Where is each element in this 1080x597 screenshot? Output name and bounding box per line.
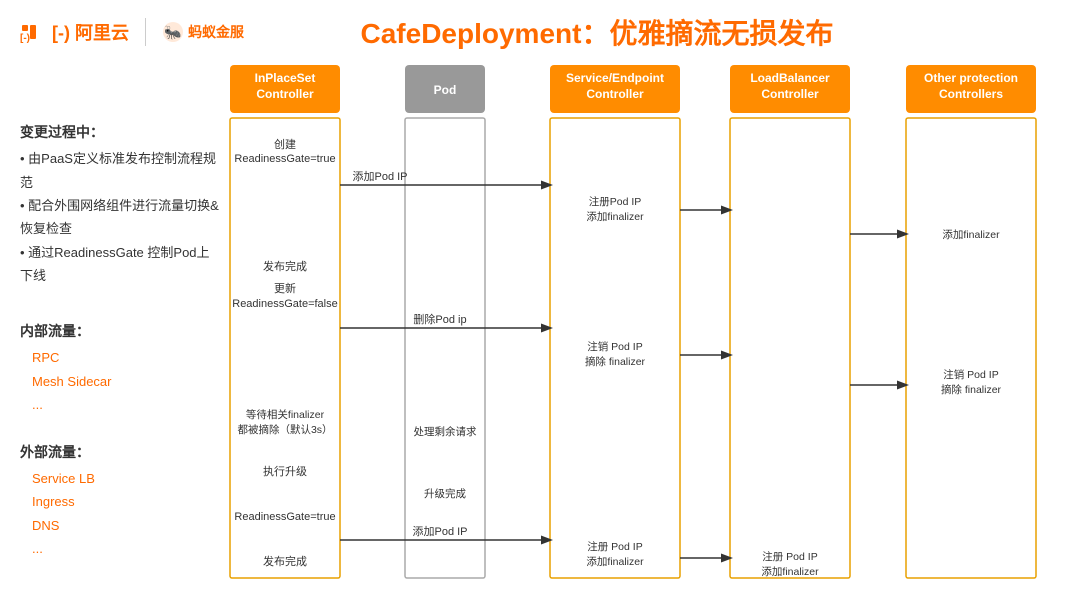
lb-header-line1: LoadBalancer [750, 71, 830, 85]
external-traffic-title: 外部流量： [20, 440, 220, 465]
publish-done-2: 发布完成 [263, 554, 307, 568]
pod-lane [405, 118, 485, 578]
sequence-diagram: InPlaceSet Controller Pod Service/Endpoi… [220, 60, 1060, 587]
inplaceset-lane [230, 118, 340, 578]
aliyun-logo: [-) [-) 阿里云 [20, 19, 129, 45]
page-title: CafeDeployment：优雅摘流无损发布 [134, 12, 1060, 52]
execute-upgrade-label: 执行升级 [263, 464, 307, 478]
delete-pod-ip-label: 删除Pod ip [413, 312, 466, 326]
lb-lane [730, 118, 850, 578]
deregister-service-line1: 注销 Pod IP [587, 340, 642, 353]
lb-register-2-line2: 添加finalizer [761, 565, 819, 578]
change-item-1: 由PaaS定义标准发布控制流程规范 [20, 147, 220, 194]
pod-header-text: Pod [434, 83, 457, 97]
svg-text:[-): [-) [20, 33, 30, 43]
register-label-line1: 注册Pod IP [589, 195, 642, 208]
service-header-line1: Service/Endpoint [566, 71, 664, 85]
register-label-line2: 添加finalizer [586, 210, 644, 223]
service-lb-item: Service LB [32, 467, 220, 490]
deregister-lb-line1: 注销 Pod IP [943, 368, 998, 381]
change-item-3: 通过ReadinessGate 控制Pod上下线 [20, 241, 220, 288]
register-2-line2: 添加finalizer [586, 555, 644, 568]
header: [-) [-) 阿里云 🐜 蚂蚁金服 CafeDeployment：优雅摘流无损… [0, 0, 1080, 60]
change-process-title: 变更过程中： [20, 120, 220, 145]
other-header-line2: Controllers [939, 87, 1003, 101]
add-pod-ip-2-label: 添加Pod IP [412, 524, 467, 538]
sidebar: 变更过程中： 由PaaS定义标准发布控制流程规范 配合外围网络组件进行流量切换&… [20, 60, 220, 587]
register-2-line1: 注册 Pod IP [587, 540, 642, 553]
rpc-item: RPC [32, 346, 220, 369]
inplaceset-header-line1: InPlaceSet [255, 71, 316, 85]
mesh-item: Mesh Sidecar [32, 370, 220, 393]
sequence-svg: InPlaceSet Controller Pod Service/Endpoi… [220, 60, 1050, 590]
step1-line2: ReadinessGate=true [234, 153, 335, 165]
change-process-list: 由PaaS定义标准发布控制流程规范 配合外围网络组件进行流量切换&恢复检查 通过… [20, 147, 220, 287]
other-lane [906, 118, 1036, 578]
step1-line1: 创建 [274, 137, 296, 151]
internal-traffic-title: 内部流量： [20, 319, 220, 344]
lb-header-line2: Controller [761, 87, 819, 101]
aliyun-text: [-) 阿里云 [52, 19, 129, 45]
add-pod-ip-label: 添加Pod IP [352, 169, 407, 183]
inplaceset-header-line2: Controller [256, 87, 314, 101]
deregister-lb-line2: 摘除 finalizer [941, 383, 1002, 396]
rg-true-label: ReadinessGate=true [234, 511, 335, 523]
external-more: ... [32, 537, 220, 560]
handle-remaining-label: 处理剩余请求 [414, 425, 477, 438]
change-item-2: 配合外围网络组件进行流量切换&恢复检查 [20, 194, 220, 241]
lb-register-2-line1: 注册 Pod IP [762, 550, 817, 563]
deregister-service-line2: 摘除 finalizer [585, 355, 646, 368]
aliyun-logo-icon: [-) [20, 21, 48, 43]
service-header-line2: Controller [586, 87, 644, 101]
main-content: 变更过程中： 由PaaS定义标准发布控制流程规范 配合外围网络组件进行流量切换&… [0, 60, 1080, 587]
other-header-line1: Other protection [924, 71, 1018, 85]
upgrade-done-label: 升级完成 [424, 487, 466, 500]
update-rg-line2: ReadinessGate=false [232, 298, 337, 310]
dns-item: DNS [32, 514, 220, 537]
wait-finalizer-line1: 等待相关finalizer [246, 408, 325, 421]
publish-done-1: 发布完成 [263, 259, 307, 273]
internal-more: ... [32, 393, 220, 416]
update-rg-line1: 更新 [274, 281, 296, 295]
wait-finalizer-line2: 都被摘除（默认3s） [237, 423, 332, 436]
ingress-item: Ingress [32, 490, 220, 513]
add-finalizer-other-label: 添加finalizer [942, 228, 1000, 241]
